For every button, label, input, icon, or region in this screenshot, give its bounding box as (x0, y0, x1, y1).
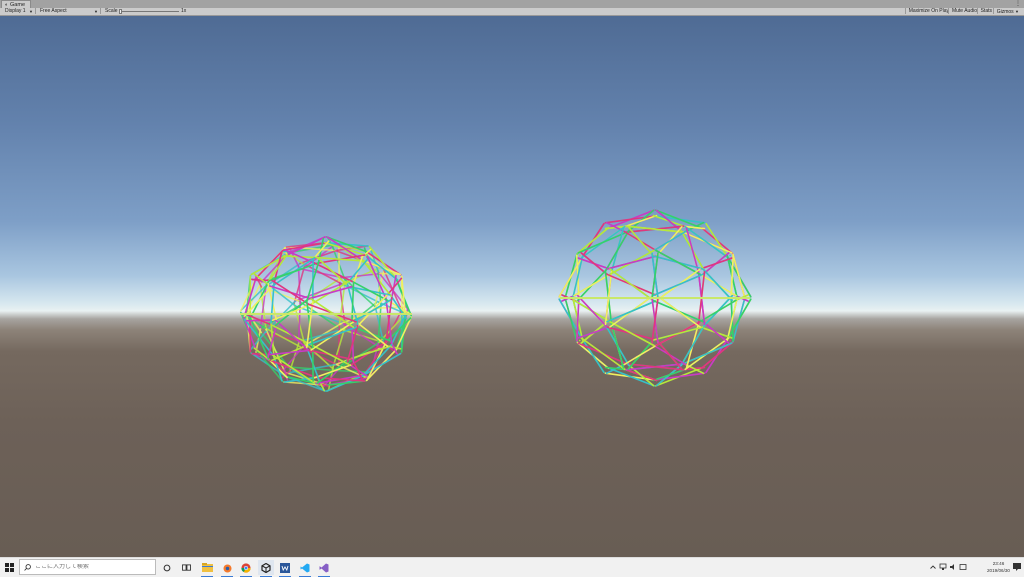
wire-strut (578, 296, 607, 327)
start-button[interactable] (0, 558, 18, 577)
wire-strut (657, 295, 701, 327)
word-icon (280, 563, 290, 573)
gizmos-dropdown[interactable]: Gizmos ▼ (993, 8, 1022, 14)
wire-strut (605, 216, 655, 223)
wire-strut (578, 327, 610, 338)
search-icon (24, 564, 31, 571)
chevron-down-icon: ▼ (1015, 9, 1019, 14)
file-explorer-button[interactable] (199, 560, 215, 575)
wire-strut (577, 298, 579, 341)
notification-icon[interactable] (1012, 562, 1022, 572)
chrome-button[interactable] (238, 560, 254, 575)
chevron-down-icon: ▼ (94, 8, 98, 15)
wire-strut (653, 232, 686, 252)
chrome-icon (241, 563, 251, 573)
cortana-button[interactable] (159, 560, 175, 575)
task-view-button[interactable] (178, 560, 194, 575)
maximize-on-play-toggle[interactable]: Maximize On Play (905, 8, 952, 14)
clock-date: 2019/06/30 (987, 567, 1010, 574)
windows-logo-icon (5, 563, 14, 572)
wire-strut (733, 254, 745, 299)
wire-strut (574, 274, 610, 296)
wire-strut (273, 304, 312, 320)
editor-tab-bar: ◐ Game ⋮ (0, 0, 1024, 8)
volume-icon[interactable] (949, 563, 957, 571)
scale-slider-thumb[interactable] (119, 9, 122, 14)
wire-strut (624, 345, 657, 365)
blender-button[interactable] (219, 560, 235, 575)
wire-strut (703, 269, 732, 300)
wire-strut (581, 253, 607, 274)
windows-taskbar: 23:46 2019/06/30 (0, 557, 1024, 577)
file-explorer-icon (202, 563, 213, 572)
wire-strut (271, 283, 274, 323)
wire-strut (276, 320, 309, 350)
clock-time: 23:46 (987, 560, 1010, 567)
wire-strut (700, 258, 732, 269)
taskbar-clock[interactable]: 23:46 2019/06/30 (987, 560, 1010, 574)
wire-strut (706, 224, 728, 258)
game-view[interactable] (0, 16, 1024, 557)
wire-strut (607, 301, 657, 322)
ime-icon[interactable] (959, 563, 967, 571)
unity-button[interactable] (258, 560, 274, 575)
vs-code-button[interactable] (297, 560, 313, 575)
taskbar-search[interactable] (19, 559, 156, 575)
wire-strut (610, 269, 654, 301)
blender-icon (222, 563, 232, 573)
wire-strut (348, 260, 368, 283)
visual-studio-icon (319, 563, 329, 573)
unity-icon (261, 563, 271, 573)
gizmos-label: Gizmos (997, 9, 1014, 15)
scene-render (0, 16, 1024, 557)
chevron-down-icon: ▼ (29, 8, 33, 15)
game-toolbar: Display 1 ▼ Free Aspect ▼ Scale 1x Maxim… (0, 8, 1024, 16)
chevron-up-icon[interactable] (929, 563, 937, 571)
wire-strut (654, 373, 704, 380)
aspect-label: Free Aspect (40, 8, 67, 14)
wire-strut (251, 255, 286, 274)
scale-value: 1x (181, 8, 186, 15)
display-label: Display 1 (5, 8, 26, 14)
wire-strut (700, 300, 736, 322)
wire-strut (703, 322, 729, 343)
search-input[interactable] (35, 564, 145, 570)
task-view-icon (182, 564, 191, 572)
wire-strut (363, 354, 401, 376)
wire-strut (731, 255, 733, 298)
scale-control: Scale 1x (103, 8, 188, 15)
network-icon[interactable] (939, 563, 947, 571)
scale-label: Scale (105, 8, 118, 15)
system-tray: 23:46 2019/06/30 (929, 558, 1024, 577)
tab-menu-icon[interactable]: ⋮ (1015, 0, 1021, 8)
display-dropdown[interactable]: Display 1 ▼ (2, 8, 36, 14)
wireframe-sphere-right (559, 210, 751, 386)
vs-code-icon (300, 563, 310, 573)
wire-strut (654, 274, 704, 295)
wire-strut (565, 297, 577, 342)
visual-studio-button[interactable] (316, 560, 332, 575)
wire-strut (582, 339, 604, 373)
mute-audio-toggle[interactable]: Mute Audio (948, 8, 980, 14)
word-button[interactable] (277, 560, 293, 575)
wireframe-sphere-left (240, 237, 412, 391)
scale-slider[interactable] (121, 11, 179, 12)
cortana-icon (163, 564, 171, 572)
aspect-dropdown[interactable]: Free Aspect ▼ (37, 8, 101, 14)
